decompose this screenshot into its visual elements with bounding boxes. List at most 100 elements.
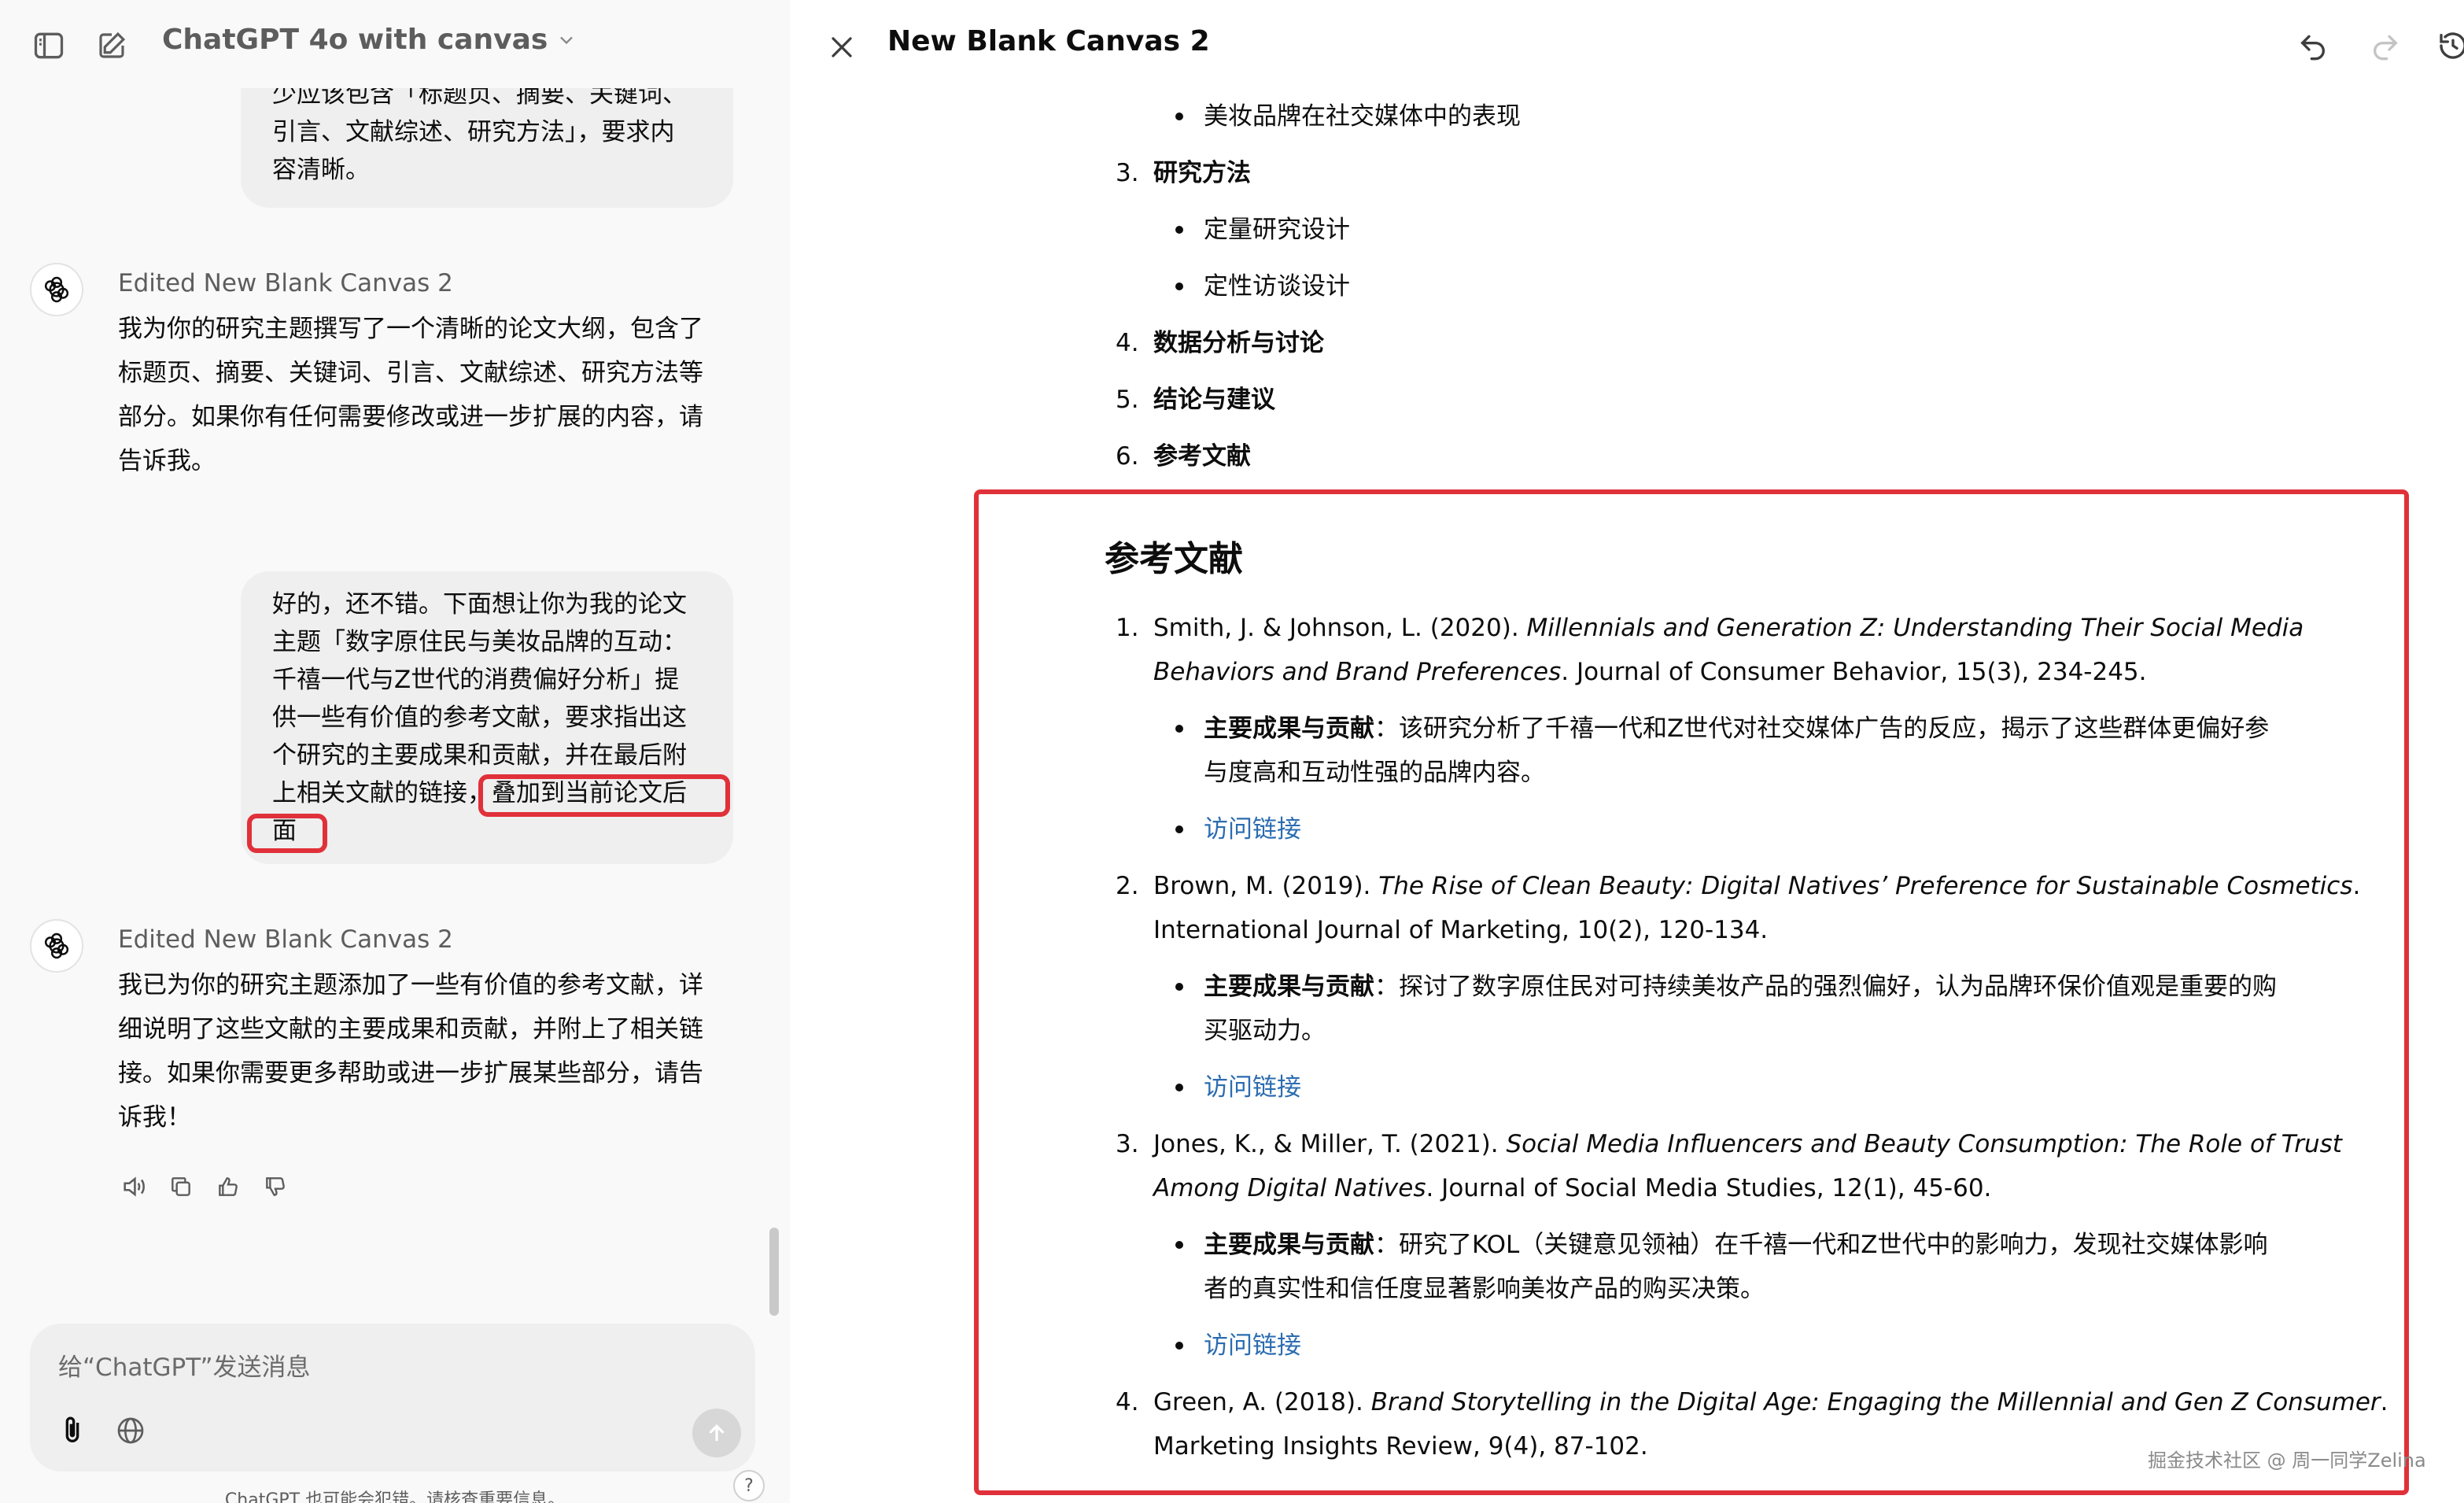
sidebar-toggle-icon[interactable]: [30, 27, 68, 65]
message-line: 个研究的主要成果和贡献，并在最后附: [272, 741, 687, 770]
message-line: 千禧一代与Z世代的消费偏好分析」提: [272, 666, 680, 694]
outline-item: 参考文献: [1153, 442, 1251, 471]
redo-icon[interactable]: [2363, 24, 2407, 68]
list-number: 6.: [1116, 442, 1139, 471]
model-selector[interactable]: ChatGPT 4o with canvas: [162, 24, 577, 56]
references-heading: 参考文献: [1105, 539, 1243, 579]
thumbs-down-icon[interactable]: [260, 1171, 291, 1202]
list-number: 4.: [1116, 329, 1139, 357]
undo-icon[interactable]: [2291, 24, 2335, 68]
outline-item: 结论与建议: [1153, 386, 1275, 414]
bullet: [1175, 983, 1183, 991]
assistant-message-1: Edited New Blank Canvas 2 我为你的研究主题撰写了一个清…: [30, 263, 738, 499]
contribution-label: 主要成果与贡献: [1204, 1231, 1374, 1259]
reference-title: Social Media Influencers and Beauty Cons…: [1506, 1130, 2342, 1158]
history-icon[interactable]: [2431, 24, 2464, 68]
assistant-text: 我为你的研究主题撰写了一个清晰的论文大纲，包含了 标题页、摘要、关键词、引言、文…: [118, 307, 703, 483]
list-number: 4.: [1116, 1388, 1139, 1416]
reference-title: Millennials and Generation Z: Understand…: [1526, 614, 2304, 642]
message-line: 面: [272, 817, 297, 845]
chat-scrollbar[interactable]: [769, 1228, 779, 1316]
reference-text: Jones, K., & Miller, T. (2021). Social M…: [1153, 1128, 2342, 1160]
reference-text: Among Digital Natives. Journal of Social…: [1153, 1172, 1991, 1204]
reference-text: Behaviors and Brand Preferences. Journal…: [1153, 656, 2147, 688]
outline-bullet-text: 美妆品牌在社交媒体中的表现: [1204, 102, 1521, 131]
bullet: [1175, 283, 1183, 290]
list-number: 3.: [1116, 159, 1139, 187]
edited-canvas-label[interactable]: Edited New Blank Canvas 2: [118, 925, 453, 954]
message-line: 我为你的研究主题撰写了一个清晰的论文大纲，包含了: [118, 315, 703, 343]
chat-header: ChatGPT 4o with canvas: [0, 0, 790, 88]
list-number: 3.: [1116, 1130, 1139, 1158]
reference-link[interactable]: 访问链接: [1204, 814, 1301, 845]
reference-link[interactable]: 访问链接: [1204, 1072, 1301, 1103]
contribution-body: 探讨了数字原住民对可持续美妆产品的强烈偏好，认为品牌环保价值观是重要的购: [1399, 973, 2277, 1001]
message-line: 主题「数字原住民与美妆品牌的互动：: [272, 628, 687, 656]
chat-pane: 少应该包含「标题页、摘要、关键词、 引言、文献综述、研究方法」，要求内 容清晰。…: [0, 0, 790, 1503]
contribution-text: 主要成果与贡献：探讨了数字原住民对可持续美妆产品的强烈偏好，认为品牌环保价值观是…: [1204, 971, 2277, 1003]
reference-authors: Smith, J. & Johnson, L. (2020).: [1153, 614, 1527, 642]
read-aloud-icon[interactable]: [118, 1171, 149, 1202]
outline-bullet-text: 定性访谈设计: [1204, 272, 1350, 301]
message-line: 接。如果你需要更多帮助或进一步扩展某些部分，请告: [118, 1059, 703, 1088]
disclaimer-text: ChatGPT 也可能会犯错。请核查重要信息。: [224, 1490, 566, 1503]
reference-title: The Rise of Clean Beauty: Digital Native…: [1378, 872, 2353, 900]
send-button[interactable]: [692, 1409, 741, 1457]
message-composer: [30, 1324, 755, 1472]
reference-source: .: [2352, 872, 2361, 900]
watermark: 掘金技术社区 @ 周一同学Zelina: [2148, 1449, 2426, 1472]
globe-icon[interactable]: [109, 1409, 153, 1453]
message-line: 标题页、摘要、关键词、引言、文献综述、研究方法等: [118, 359, 703, 387]
reference-title: Among Digital Natives: [1153, 1174, 1426, 1202]
outline-item: 数据分析与讨论: [1153, 329, 1324, 357]
canvas-document[interactable]: 美妆品牌在社交媒体中的表现 3. 研究方法 定量研究设计 定性访谈设计 4. 数…: [790, 0, 2464, 1503]
message-line: 供一些有价值的参考文献，要求指出这: [272, 703, 687, 732]
colon: ：: [1374, 715, 1399, 743]
message-line: 部分。如果你有任何需要修改或进一步扩展的内容，请: [118, 403, 703, 431]
reference-text: International Journal of Marketing, 10(2…: [1153, 916, 1769, 944]
highlight-box: [247, 814, 327, 853]
new-chat-icon[interactable]: [93, 27, 131, 65]
contribution-label: 主要成果与贡献: [1204, 715, 1374, 743]
contribution-text: 主要成果与贡献：该研究分析了千禧一代和Z世代对社交媒体广告的反应，揭示了这些群体…: [1204, 713, 2269, 744]
help-button[interactable]: ?: [733, 1470, 765, 1501]
outline-item: 研究方法: [1153, 159, 1251, 187]
openai-logo-icon: [30, 919, 83, 973]
outline-bullet-text: 定量研究设计: [1204, 216, 1350, 244]
bullet: [1175, 1342, 1183, 1350]
reference-link[interactable]: 访问链接: [1204, 1330, 1301, 1361]
message-input[interactable]: [57, 1347, 705, 1388]
thumbs-up-icon[interactable]: [212, 1171, 244, 1202]
model-title: ChatGPT 4o with canvas: [162, 24, 548, 56]
bullet: [1175, 825, 1183, 833]
contribution-body: 研究了KOL（关键意见领袖）在千禧一代和Z世代中的影响力，发现社交媒体影响: [1399, 1231, 2268, 1259]
bullet: [1175, 113, 1183, 120]
arrow-up-icon: [709, 1424, 725, 1442]
assistant-message-2: Edited New Blank Canvas 2 我已为你的研究主题添加了一些…: [30, 919, 738, 1155]
chevron-down-icon: [560, 36, 574, 44]
bullet: [1175, 1084, 1183, 1091]
message-line: 我已为你的研究主题添加了一些有价值的参考文献，详: [118, 971, 703, 999]
paperclip-icon[interactable]: [50, 1409, 94, 1453]
reference-source: . Journal of Consumer Behavior, 15(3), 2…: [1561, 658, 2147, 686]
copy-icon[interactable]: [165, 1171, 197, 1202]
contribution-body: 该研究分析了千禧一代和Z世代对社交媒体广告的反应，揭示了这些群体更偏好参: [1399, 715, 2270, 743]
message-line: 诉我！: [118, 1103, 191, 1132]
list-number: 1.: [1116, 614, 1139, 642]
highlight-box: [478, 774, 730, 817]
reference-authors: Brown, M. (2019).: [1153, 872, 1379, 900]
message-line: 告诉我。: [118, 447, 216, 475]
reference-title: Brand Storytelling in the Digital Age: E…: [1370, 1388, 2381, 1416]
message-line: 好的，还不错。下面想让你为我的论文: [272, 590, 687, 619]
reference-text: Marketing Insights Review, 9(4), 87-102.: [1153, 1432, 1648, 1461]
edited-canvas-label[interactable]: Edited New Blank Canvas 2: [118, 269, 453, 297]
contribution-text: 主要成果与贡献：研究了KOL（关键意见领袖）在千禧一代和Z世代中的影响力，发现社…: [1204, 1229, 2268, 1261]
contribution-text: 者的真实性和信任度显著影响美妆产品的购买决策。: [1204, 1275, 1765, 1303]
colon: ：: [1374, 1231, 1399, 1259]
colon: ：: [1374, 973, 1399, 1001]
contribution-text: 与度高和互动性强的品牌内容。: [1204, 759, 1545, 787]
close-icon[interactable]: [818, 24, 865, 71]
message-line: 引言、文献综述、研究方法」，要求内: [272, 118, 675, 146]
user-message-1: 少应该包含「标题页、摘要、关键词、 引言、文献综述、研究方法」，要求内 容清晰。: [241, 72, 733, 208]
list-number: 2.: [1116, 872, 1139, 900]
